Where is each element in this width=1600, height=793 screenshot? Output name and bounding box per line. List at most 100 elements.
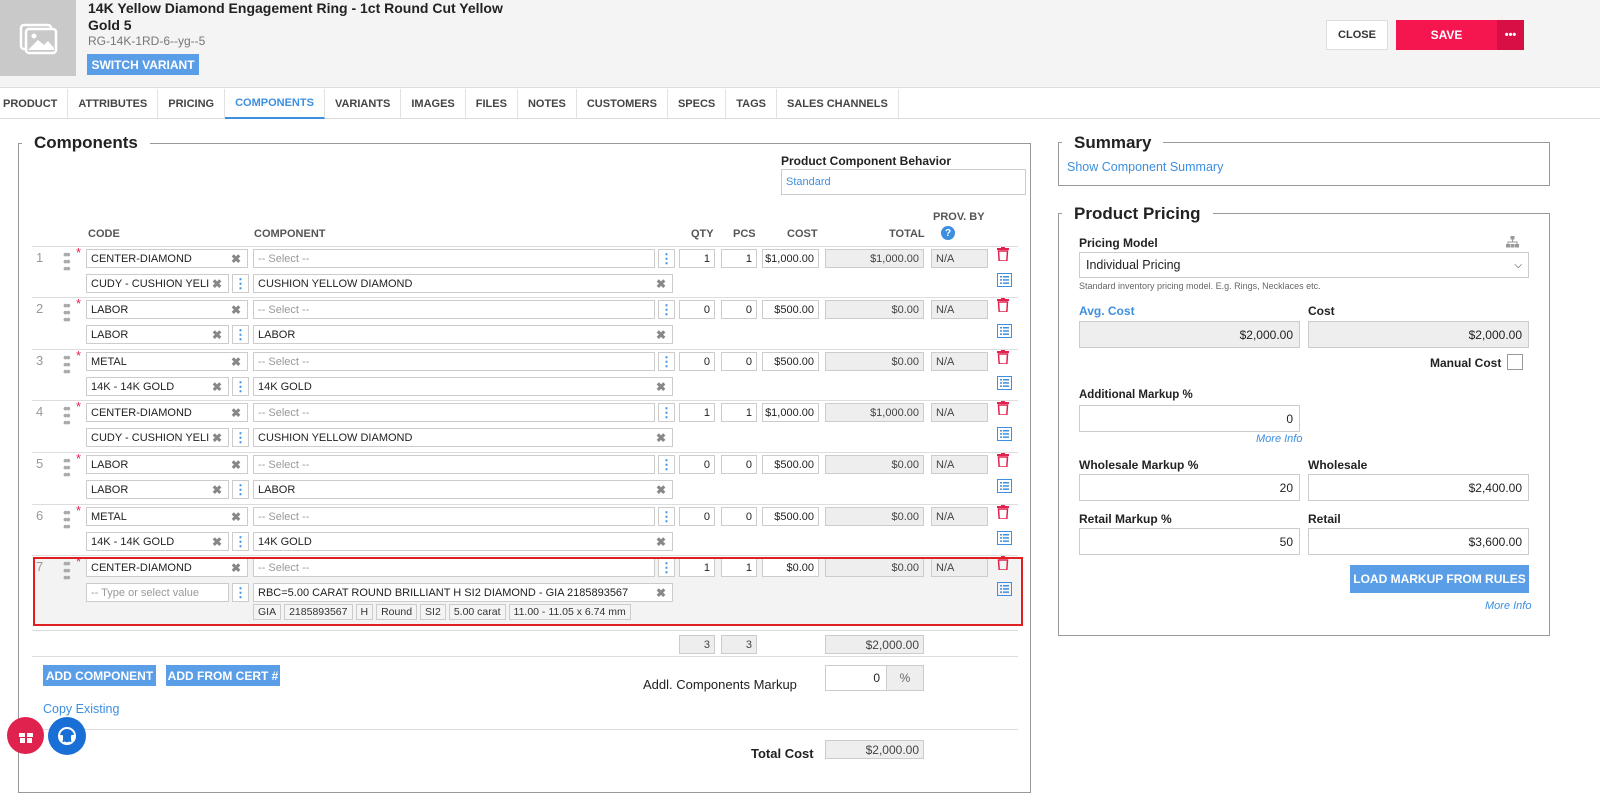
more-info-link-2[interactable]: More Info [1485, 600, 1531, 612]
pcs-input[interactable]: 0 [721, 455, 757, 474]
sub-code-options-icon[interactable]: ⋮ [232, 325, 249, 344]
manual-cost-checkbox[interactable] [1507, 354, 1523, 370]
tab-attributes[interactable]: ATTRIBUTES [68, 89, 159, 119]
wholesale-markup-input[interactable]: 20 [1079, 474, 1300, 501]
component-select[interactable]: -- Select -- [253, 455, 655, 474]
tab-customers[interactable]: CUSTOMERS [577, 89, 668, 119]
sub-code-select[interactable]: 14K - 14K GOLD ✖ [86, 532, 229, 551]
delete-icon[interactable] [997, 298, 1009, 316]
details-list-icon[interactable] [997, 479, 1012, 498]
component-select[interactable]: -- Select -- [253, 249, 655, 268]
cost-input[interactable]: $500.00 [762, 300, 819, 319]
delete-icon[interactable] [997, 247, 1009, 265]
add-component-button[interactable]: ADD COMPONENT [43, 665, 156, 686]
drag-handle-icon[interactable]: •• •• •• [63, 247, 71, 275]
clear-icon[interactable]: ✖ [656, 535, 666, 549]
drag-handle-icon[interactable]: •• •• •• [63, 453, 71, 481]
code-select[interactable]: CENTER-DIAMOND ✖ [86, 403, 248, 422]
component-select[interactable]: -- Select -- [253, 507, 655, 526]
pcs-input[interactable]: 0 [721, 300, 757, 319]
avg-cost-label[interactable]: Avg. Cost [1079, 304, 1135, 318]
clear-icon[interactable]: ✖ [231, 406, 241, 420]
clear-icon[interactable]: ✖ [212, 431, 222, 445]
qty-input[interactable]: 0 [679, 300, 715, 319]
component-options-icon[interactable]: ⋮ [658, 455, 675, 474]
component-select[interactable]: -- Select -- [253, 352, 655, 371]
pcs-input[interactable]: 1 [721, 249, 757, 268]
pcs-input[interactable]: 0 [721, 507, 757, 526]
tab-files[interactable]: FILES [466, 89, 518, 119]
drag-handle-icon[interactable]: •• •• •• [63, 350, 71, 378]
delete-icon[interactable] [997, 350, 1009, 368]
qty-input[interactable]: 0 [679, 455, 715, 474]
show-component-summary-link[interactable]: Show Component Summary [1067, 160, 1223, 174]
tab-sales-channels[interactable]: SALES CHANNELS [777, 89, 899, 119]
clear-icon[interactable]: ✖ [656, 483, 666, 497]
component-name-field[interactable]: 14K GOLD ✖ [253, 377, 673, 396]
clear-icon[interactable]: ✖ [656, 328, 666, 342]
help-icon[interactable]: ? [941, 226, 955, 240]
hierarchy-icon[interactable] [1506, 236, 1519, 251]
delete-icon[interactable] [997, 453, 1009, 471]
drag-handle-icon[interactable]: •• •• •• [63, 401, 71, 429]
cost-input[interactable]: $1,000.00 [762, 249, 819, 268]
clear-icon[interactable]: ✖ [656, 277, 666, 291]
details-list-icon[interactable] [997, 324, 1012, 343]
addl-components-markup-input[interactable]: 0 [825, 665, 887, 691]
clear-icon[interactable]: ✖ [231, 303, 241, 317]
clear-icon[interactable]: ✖ [212, 535, 222, 549]
gift-widget-button[interactable] [7, 717, 44, 754]
sub-code-select[interactable]: 14K - 14K GOLD ✖ [86, 377, 229, 396]
sub-code-select[interactable]: CUDY - CUSHION YELI ✖ [86, 428, 229, 447]
clear-icon[interactable]: ✖ [656, 380, 666, 394]
component-select[interactable]: -- Select -- [253, 300, 655, 319]
cost-input[interactable]: $500.00 [762, 352, 819, 371]
code-select[interactable]: CENTER-DIAMOND ✖ [86, 249, 248, 268]
retail-input[interactable]: $3,600.00 [1308, 528, 1529, 555]
clear-icon[interactable]: ✖ [231, 510, 241, 524]
clear-icon[interactable]: ✖ [231, 355, 241, 369]
tab-components[interactable]: COMPONENTS [225, 89, 325, 119]
clear-icon[interactable]: ✖ [231, 252, 241, 266]
pcs-input[interactable]: 0 [721, 352, 757, 371]
support-widget-button[interactable] [48, 717, 86, 755]
clear-icon[interactable]: ✖ [656, 431, 666, 445]
load-markup-from-rules-button[interactable]: LOAD MARKUP FROM RULES [1350, 565, 1529, 593]
retail-markup-input[interactable]: 50 [1079, 528, 1300, 555]
code-select[interactable]: METAL ✖ [86, 352, 248, 371]
qty-input[interactable]: 0 [679, 507, 715, 526]
component-select[interactable]: -- Select -- [253, 403, 655, 422]
product-image-placeholder[interactable] [0, 0, 76, 76]
tab-variants[interactable]: VARIANTS [325, 89, 402, 119]
switch-variant-button[interactable]: SWITCH VARIANT [87, 54, 199, 75]
sub-code-options-icon[interactable]: ⋮ [232, 274, 249, 293]
save-button[interactable]: SAVE [1396, 20, 1497, 50]
component-name-field[interactable]: CUSHION YELLOW DIAMOND ✖ [253, 428, 673, 447]
component-name-field[interactable]: LABOR ✖ [253, 325, 673, 344]
tab-specs[interactable]: SPECS [668, 89, 727, 119]
tab-tags[interactable]: TAGS [726, 89, 777, 119]
component-options-icon[interactable]: ⋮ [658, 249, 675, 268]
code-select[interactable]: LABOR ✖ [86, 300, 248, 319]
component-options-icon[interactable]: ⋮ [658, 300, 675, 319]
drag-handle-icon[interactable]: •• •• •• [63, 505, 71, 533]
add-from-cert-button[interactable]: ADD FROM CERT # [166, 665, 280, 686]
copy-existing-link[interactable]: Copy Existing [43, 702, 119, 716]
more-options-button[interactable]: ••• [1497, 20, 1524, 50]
details-list-icon[interactable] [997, 376, 1012, 395]
cost-input[interactable]: $1,000.00 [762, 403, 819, 422]
clear-icon[interactable]: ✖ [212, 483, 222, 497]
qty-input[interactable]: 1 [679, 403, 715, 422]
more-info-link[interactable]: More Info [1256, 433, 1302, 445]
close-button[interactable]: CLOSE [1326, 20, 1388, 50]
delete-icon[interactable] [997, 401, 1009, 419]
clear-icon[interactable]: ✖ [212, 380, 222, 394]
wholesale-input[interactable]: $2,400.00 [1308, 474, 1529, 501]
component-name-field[interactable]: 14K GOLD ✖ [253, 532, 673, 551]
code-select[interactable]: LABOR ✖ [86, 455, 248, 474]
sub-code-options-icon[interactable]: ⋮ [232, 532, 249, 551]
component-options-icon[interactable]: ⋮ [658, 507, 675, 526]
additional-markup-input[interactable]: 0 [1079, 405, 1300, 432]
sub-code-options-icon[interactable]: ⋮ [232, 377, 249, 396]
sub-code-select[interactable]: LABOR ✖ [86, 325, 229, 344]
